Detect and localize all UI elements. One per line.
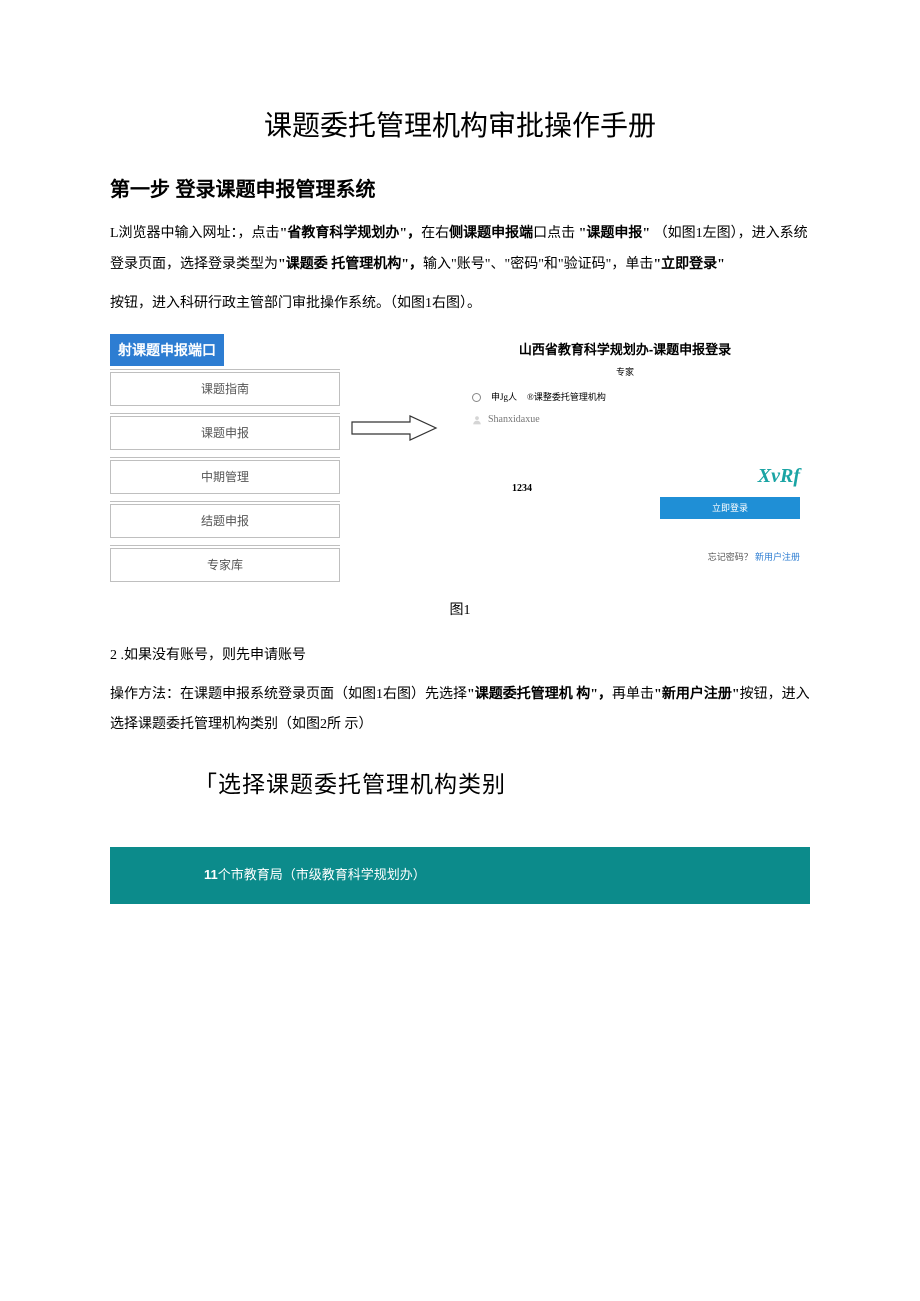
text-bold: "新用户注册" <box>654 687 740 702</box>
select-category-heading: 「选择课题委托管理机构类别 <box>194 763 810 807</box>
register-link[interactable]: 新用户注册 <box>755 552 800 562</box>
text-bold: "立即登录" <box>653 257 725 272</box>
text-bold: "课题委 托管理机构"， <box>278 257 423 272</box>
text-bold: "课题申报" <box>579 226 651 241</box>
paragraph-3: 2 .如果没有账号，则先申请账号 <box>110 641 810 672</box>
figure-1: 射课题申报端口 课题指南 课题申报 中期管理 结题申报 专家库 山西省教育科学规… <box>110 334 810 593</box>
menu-item-apply[interactable]: 课题申报 <box>110 416 340 450</box>
radio-icon <box>472 393 481 402</box>
text: 口点击 <box>533 226 579 241</box>
login-footer: 忘记密码？ 新用户注册 <box>450 549 800 566</box>
login-type-radio[interactable]: 申Jg人 ®课整委托管理机构 <box>450 389 800 406</box>
text-bold: "省教育科学规划办"， <box>280 226 422 241</box>
menu-item-midterm[interactable]: 中期管理 <box>110 460 340 494</box>
forgot-password-link[interactable]: 忘记密码？ <box>708 552 753 562</box>
text: 再单击 <box>612 687 654 702</box>
arrow-icon <box>350 334 440 453</box>
text-bold: "课题委托管理机 构"， <box>467 687 612 702</box>
sidebar-panel: 射课题申报端口 课题指南 课题申报 中期管理 结题申报 专家库 <box>110 334 340 593</box>
login-panel: 山西省教育科学规划办-课题申报登录 专家 申Jg人 ®课整委托管理机构 Shan… <box>450 334 800 567</box>
category-label: 个市教育局（市级教育科学规划办） <box>218 867 426 882</box>
paragraph-1: L浏览器中输入网址：，点击"省教育科学规划办"，在右侧课题申报端口点击 "课题申… <box>110 219 810 281</box>
login-subtitle: 专家 <box>450 364 800 381</box>
user-icon <box>472 415 482 425</box>
menu-item-expert[interactable]: 专家库 <box>110 548 340 582</box>
captcha-row: 1234 XvRf 立即登录 <box>450 457 800 519</box>
text: 输入"账号"、"密码"和"验证码"，单击 <box>423 257 653 272</box>
text: 在右 <box>421 226 449 241</box>
paragraph-2: 按钮，进入科研行政主管部门审批操作系统。（如图1右图）。 <box>110 289 810 320</box>
panel-badge: 射课题申报端口 <box>110 334 224 367</box>
text: 操作方法：在课题申报系统登录页面（如图1右图）先选择 <box>110 687 467 702</box>
paragraph-4: 操作方法：在课题申报系统登录页面（如图1右图）先选择"课题委托管理机 构"，再单… <box>110 680 810 742</box>
login-title: 山西省教育科学规划办-课题申报登录 <box>450 338 800 363</box>
text-bold: 侧课题申报端 <box>449 226 533 241</box>
captcha-image: XvRf <box>660 457 800 495</box>
category-count: 11 <box>204 867 218 882</box>
login-button[interactable]: 立即登录 <box>660 497 800 519</box>
radio-label: ®课整委托管理机构 <box>527 389 606 406</box>
figure-1-caption: 图1 <box>110 598 810 625</box>
category-bar[interactable]: 11个市教育局（市级教育科学规划办） <box>110 847 810 904</box>
text: L浏览器中输入网址：，点击 <box>110 226 280 241</box>
menu-item-final[interactable]: 结题申报 <box>110 504 340 538</box>
captcha-input[interactable]: 1234 <box>512 479 532 498</box>
doc-title: 课题委托管理机构审批操作手册 <box>110 100 810 153</box>
menu-item-guide[interactable]: 课题指南 <box>110 372 340 406</box>
username-value: Shanxidaxue <box>488 410 540 429</box>
menu-list: 课题指南 课题申报 中期管理 结题申报 专家库 <box>110 372 340 582</box>
radio-label: 申Jg人 <box>491 389 517 406</box>
username-input[interactable]: Shanxidaxue <box>450 406 800 433</box>
step-1-heading: 第一步 登录课题申报管理系统 <box>110 171 810 209</box>
